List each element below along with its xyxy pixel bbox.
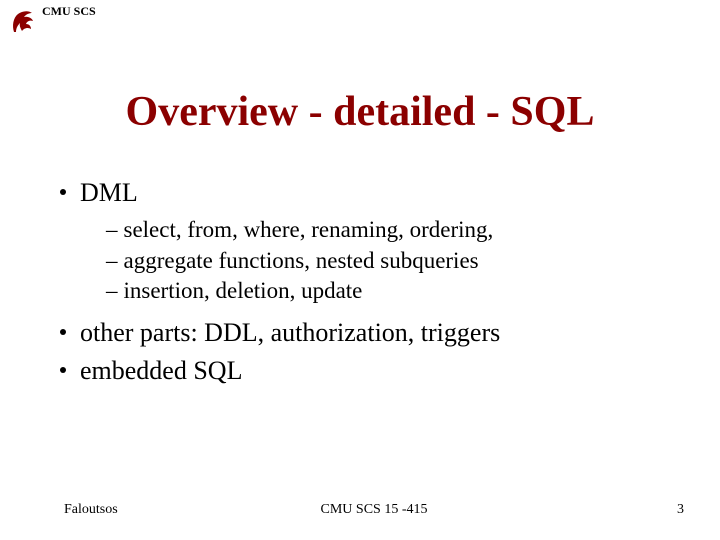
sub-list: – select, from, where, renaming, orderin… bbox=[106, 215, 680, 306]
cmu-dragon-icon bbox=[10, 6, 36, 36]
bullet-text: embedded SQL bbox=[80, 354, 242, 387]
footer-author: Faloutsos bbox=[64, 502, 118, 518]
slide-title: Overview - detailed - SQL bbox=[0, 88, 720, 136]
header-org-label: CMU SCS bbox=[42, 4, 96, 19]
dash-icon: – bbox=[106, 215, 118, 245]
dash-icon: – bbox=[106, 246, 118, 276]
dash-icon: – bbox=[106, 276, 118, 306]
footer-page-number: 3 bbox=[677, 502, 684, 518]
sub-bullet-text: insertion, deletion, update bbox=[124, 276, 363, 306]
slide-header: CMU SCS bbox=[10, 6, 96, 36]
bullet-icon bbox=[60, 367, 66, 373]
sub-bullet-text: select, from, where, renaming, ordering, bbox=[124, 215, 494, 245]
list-item: embedded SQL bbox=[60, 354, 680, 387]
slide-body: DML – select, from, where, renaming, ord… bbox=[60, 176, 680, 391]
slide-footer: Faloutsos CMU SCS 15 -415 3 bbox=[64, 502, 684, 518]
bullet-text: DML bbox=[80, 176, 138, 209]
sub-bullet-text: aggregate functions, nested subqueries bbox=[124, 246, 479, 276]
bullet-icon bbox=[60, 329, 66, 335]
bullet-icon bbox=[60, 189, 66, 195]
footer-course: CMU SCS 15 -415 bbox=[64, 502, 684, 518]
list-item: DML bbox=[60, 176, 680, 209]
list-item: other parts: DDL, authorization, trigger… bbox=[60, 316, 680, 349]
bullet-text: other parts: DDL, authorization, trigger… bbox=[80, 316, 500, 349]
list-item: – insertion, deletion, update bbox=[106, 276, 680, 306]
list-item: – select, from, where, renaming, orderin… bbox=[106, 215, 680, 245]
list-item: – aggregate functions, nested subqueries bbox=[106, 246, 680, 276]
